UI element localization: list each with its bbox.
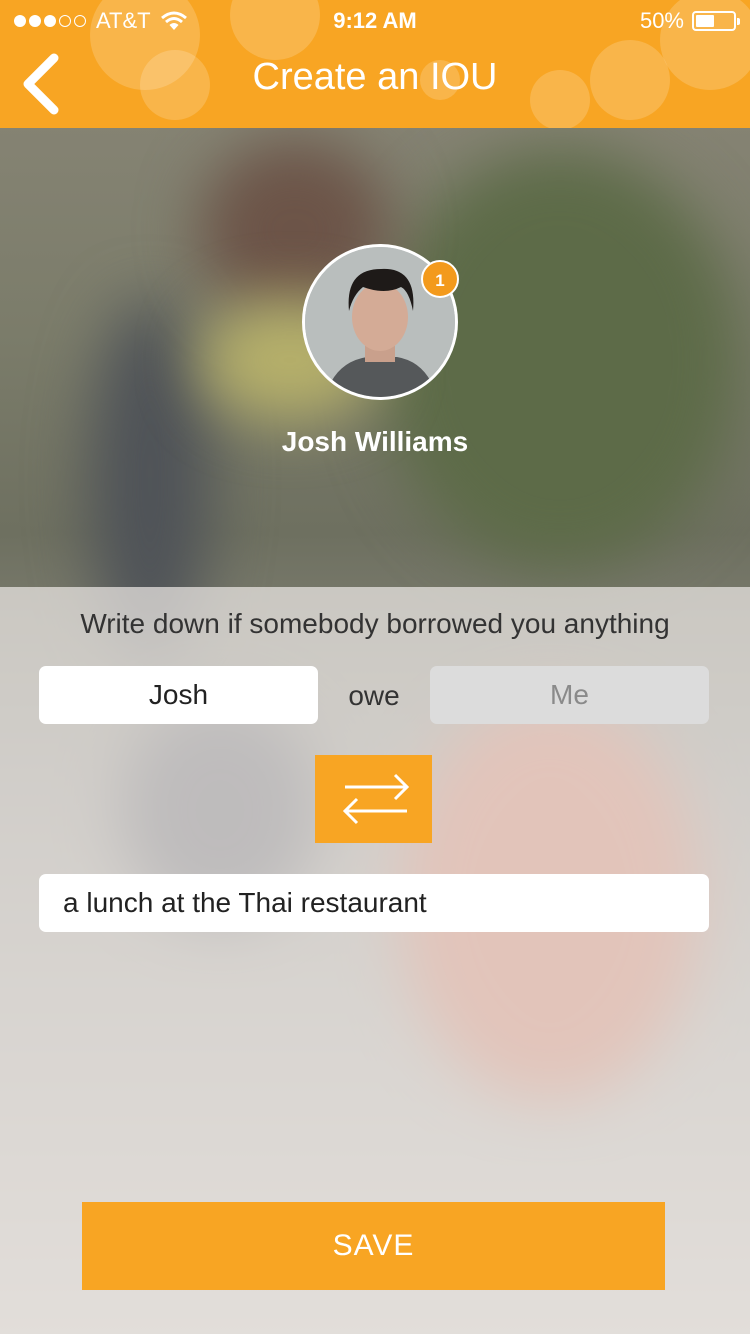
battery-icon: [692, 11, 740, 31]
battery-status: 50%: [639, 8, 740, 34]
instruction-text: Write down if somebody borrowed you anyt…: [80, 608, 670, 639]
debtor-field[interactable]: Josh: [39, 666, 318, 724]
contact-name: Josh Williams: [281, 426, 469, 457]
battery-percent: 50%: [639, 8, 684, 33]
swap-arrows-icon: [342, 773, 410, 825]
description-input[interactable]: a lunch at the Thai restaurant: [39, 874, 709, 932]
header-bar: AT&T 9:12 AM 50% Create an IOU: [0, 0, 750, 128]
owe-label: owe: [348, 680, 400, 711]
save-button[interactable]: SAVE: [82, 1202, 665, 1290]
notification-badge: 1: [421, 260, 459, 298]
swap-button[interactable]: [315, 755, 432, 843]
status-bar: AT&T 9:12 AM 50%: [0, 0, 750, 40]
clock: 9:12 AM: [333, 8, 417, 33]
creditor-field[interactable]: Me: [430, 666, 709, 724]
page-title: Create an IOU: [252, 56, 498, 98]
